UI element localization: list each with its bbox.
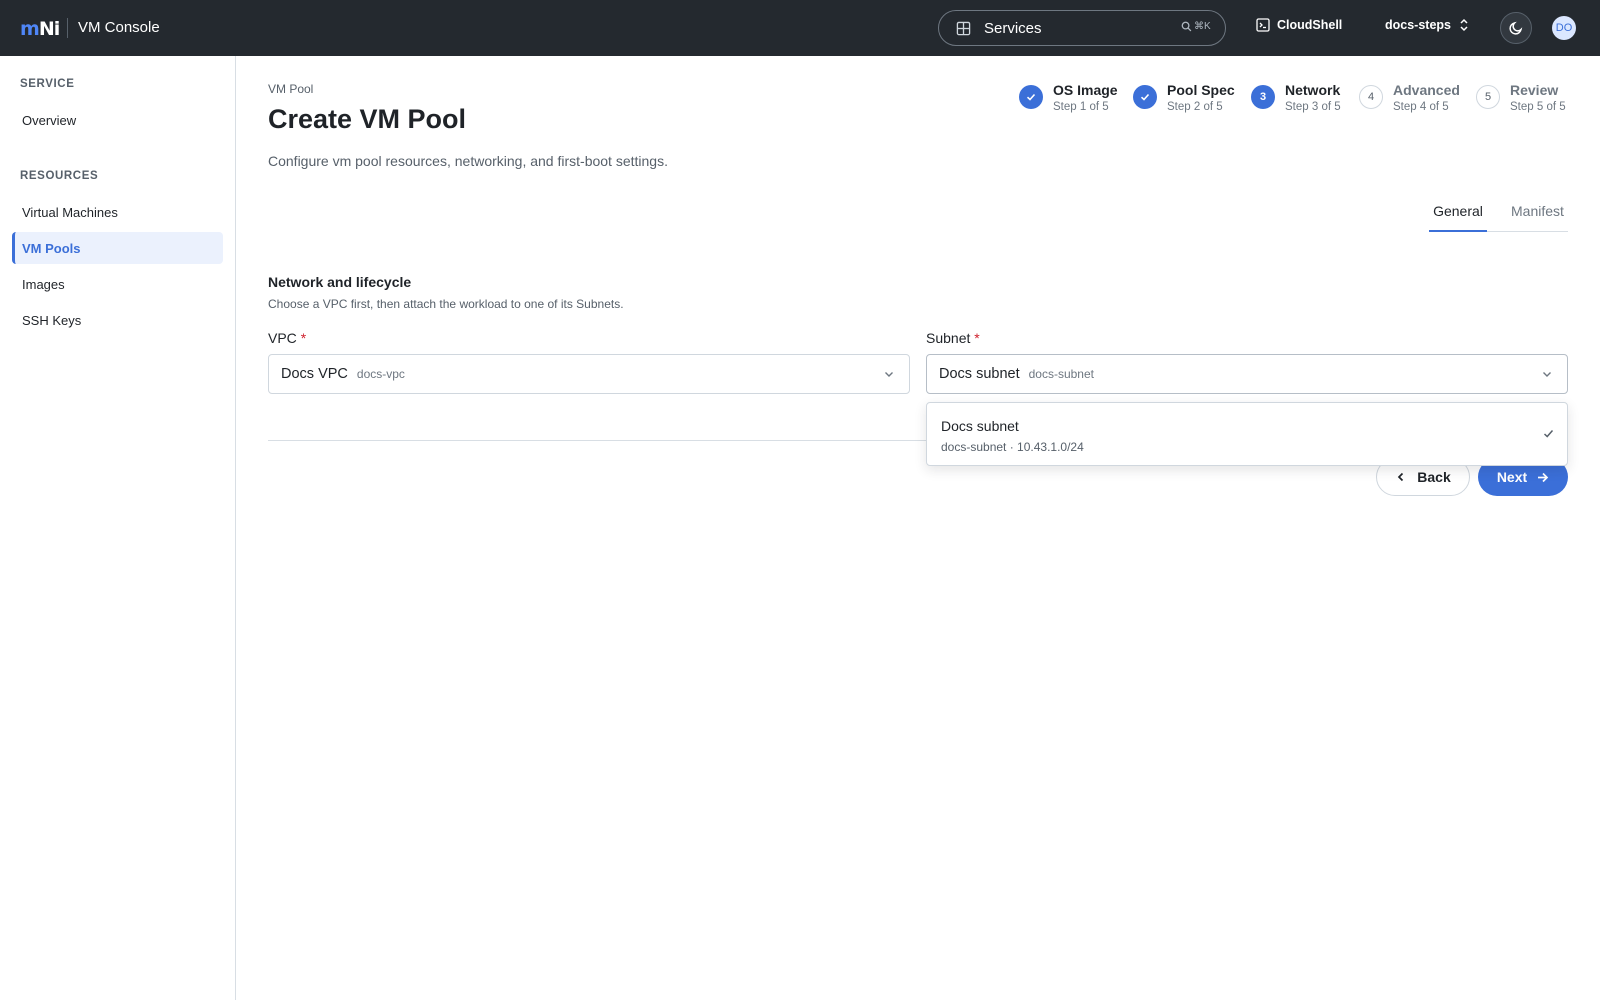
step-review[interactable]: 5 Review Step 5 of 5	[1476, 82, 1566, 113]
step-number: 3	[1251, 85, 1275, 109]
user-avatar[interactable]: DO	[1552, 16, 1576, 40]
cloudshell-label: CloudShell	[1277, 18, 1343, 32]
step-sub: Step 4 of 5	[1393, 101, 1449, 113]
step-sub: Step 3 of 5	[1285, 101, 1341, 113]
step-number: 4	[1359, 85, 1383, 109]
chevron-up-down-icon	[1460, 18, 1468, 32]
sidebar-item-virtual-machines[interactable]: Virtual Machines	[12, 196, 223, 228]
subnet-dropdown-menu: Docs subnet docs-subnet · 10.43.1.0/24	[926, 402, 1568, 466]
subnet-option-title: Docs subnet	[941, 418, 1019, 434]
vpc-label-text: VPC	[268, 330, 297, 346]
sidebar-section-service: SERVICE	[20, 78, 75, 90]
step-sub: Step 1 of 5	[1053, 101, 1109, 113]
terminal-icon	[1256, 18, 1270, 32]
cloudshell-button[interactable]: CloudShell	[1256, 18, 1342, 32]
app-title: VM Console	[78, 19, 160, 36]
step-os-image[interactable]: OS Image Step 1 of 5	[1019, 82, 1118, 113]
page-title: Create VM Pool	[268, 104, 467, 134]
step-sub: Step 2 of 5	[1167, 101, 1223, 113]
subnet-select-code: docs-subnet	[1028, 367, 1094, 381]
step-name: OS Image	[1053, 82, 1118, 98]
arrow-right-icon	[1538, 472, 1549, 482]
search-shortcut-hint: ⌘K	[1181, 21, 1211, 32]
sidebar-item-ssh-keys[interactable]: SSH Keys	[12, 304, 223, 336]
step-name: Pool Spec	[1167, 82, 1235, 98]
vpc-select-code: docs-vpc	[356, 367, 405, 381]
top-navigation-bar: m Ni VM Console Services ⌘K CloudShell do…	[0, 0, 1600, 56]
check-icon	[1543, 430, 1554, 438]
chevron-left-icon	[1398, 472, 1404, 482]
next-button-label: Next	[1496, 469, 1528, 485]
vpc-select[interactable]: Docs VPC docs-vpc	[268, 354, 910, 394]
sidebar-item-vm-pools[interactable]: VM Pools	[12, 232, 223, 264]
project-name: docs-steps	[1385, 18, 1451, 32]
step-pool-spec[interactable]: Pool Spec Step 2 of 5	[1133, 82, 1235, 113]
sidebar-item-overview[interactable]: Overview	[12, 104, 223, 136]
subnet-select-value: Docs subnet	[939, 366, 1020, 382]
search-shortcut-text: ⌘K	[1194, 21, 1211, 32]
step-complete-check-icon	[1133, 85, 1157, 109]
services-search[interactable]: Services ⌘K	[938, 10, 1226, 46]
form-tabs: General Manifest	[1429, 198, 1568, 232]
tab-manifest[interactable]: Manifest	[1511, 203, 1564, 219]
back-button-label: Back	[1417, 469, 1451, 485]
step-number: 5	[1476, 85, 1500, 109]
sidebar-item-images[interactable]: Images	[12, 268, 223, 300]
tab-general[interactable]: General	[1429, 203, 1487, 232]
subnet-option[interactable]: Docs subnet docs-subnet · 10.43.1.0/24	[927, 403, 1567, 465]
step-name: Review	[1510, 82, 1559, 98]
step-network[interactable]: 3 Network Step 3 of 5	[1251, 82, 1341, 113]
vpc-select-value: Docs VPC	[281, 366, 348, 382]
step-name: Network	[1285, 82, 1341, 98]
step-advanced[interactable]: 4 Advanced Step 4 of 5	[1359, 82, 1460, 113]
logo-m: m	[20, 18, 40, 40]
vpc-label: VPC *	[268, 330, 306, 346]
step-sub: Step 5 of 5	[1510, 101, 1566, 113]
search-icon	[1181, 21, 1192, 32]
section-title: Network and lifecycle	[268, 274, 412, 290]
page-description: Configure vm pool resources, networking,…	[268, 153, 668, 169]
services-search-label: Services	[984, 20, 1042, 37]
project-selector[interactable]: docs-steps	[1385, 18, 1469, 32]
subnet-label-text: Subnet	[926, 330, 971, 346]
required-marker: *	[974, 330, 980, 346]
sidebar-section-resources: RESOURCES	[20, 170, 99, 182]
logo-ni: Ni	[38, 18, 60, 40]
theme-toggle-button[interactable]	[1500, 12, 1532, 44]
brand-logo[interactable]: m Ni	[20, 18, 60, 40]
sidebar: SERVICE Overview RESOURCES Virtual Machi…	[0, 56, 236, 1000]
chevron-down-icon	[1543, 372, 1551, 377]
chevron-down-icon	[885, 372, 893, 377]
logo-divider	[67, 18, 68, 38]
subnet-option-detail: docs-subnet · 10.43.1.0/24	[941, 440, 1084, 454]
subnet-label: Subnet *	[926, 330, 980, 346]
breadcrumb[interactable]: VM Pool	[268, 82, 313, 96]
subnet-select[interactable]: Docs subnet docs-subnet	[926, 354, 1568, 394]
grid-icon	[956, 21, 971, 36]
required-marker: *	[300, 330, 307, 346]
section-description: Choose a VPC first, then attach the work…	[268, 297, 624, 311]
step-complete-check-icon	[1019, 85, 1043, 109]
step-name: Advanced	[1393, 82, 1460, 98]
moon-icon	[1509, 21, 1523, 35]
